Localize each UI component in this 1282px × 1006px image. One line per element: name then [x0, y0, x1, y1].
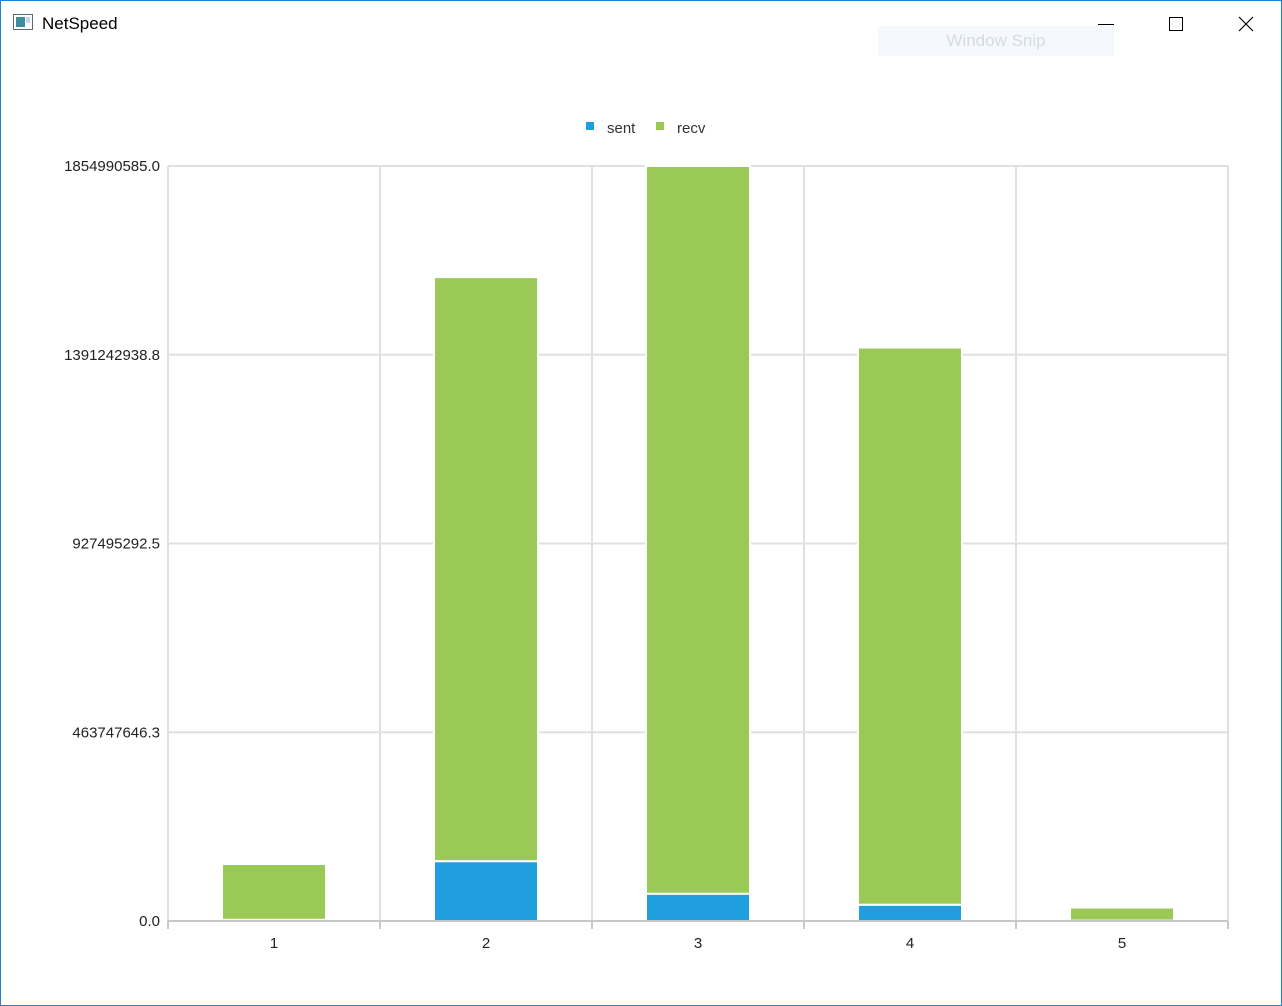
- legend-swatch-sent: [586, 122, 594, 130]
- x-tick-label: 3: [694, 935, 702, 952]
- legend-swatch-recv: [656, 122, 664, 130]
- bar-sent: [857, 903, 963, 923]
- bar-sent: [645, 892, 751, 923]
- stacked-bar-chart: 1854990585.0 1391242938.8 927495292.5 46374…: [64, 120, 1229, 952]
- y-tick-label: 0.0: [139, 913, 160, 930]
- bar-recv: [857, 346, 963, 906]
- bar-recv: [221, 863, 327, 921]
- x-tick-label: 5: [1118, 935, 1126, 952]
- x-tick-label: 2: [482, 935, 490, 952]
- y-tick-label: 463747646.3: [72, 724, 160, 741]
- bar-recv: [1069, 906, 1175, 922]
- bar-recv: [433, 276, 539, 863]
- bar-recv: [645, 164, 751, 895]
- legend-label-sent: sent: [607, 120, 636, 137]
- bar-sent: [433, 860, 539, 922]
- y-tick-label: 1391242938.8: [64, 347, 160, 364]
- x-tick-label: 4: [906, 935, 914, 952]
- x-tick-label: 1: [270, 935, 278, 952]
- chart-legend: sent recv: [586, 120, 706, 137]
- y-tick-label: 1854990585.0: [64, 158, 160, 175]
- legend-label-recv: recv: [677, 120, 706, 137]
- y-tick-label: 927495292.5: [72, 536, 160, 553]
